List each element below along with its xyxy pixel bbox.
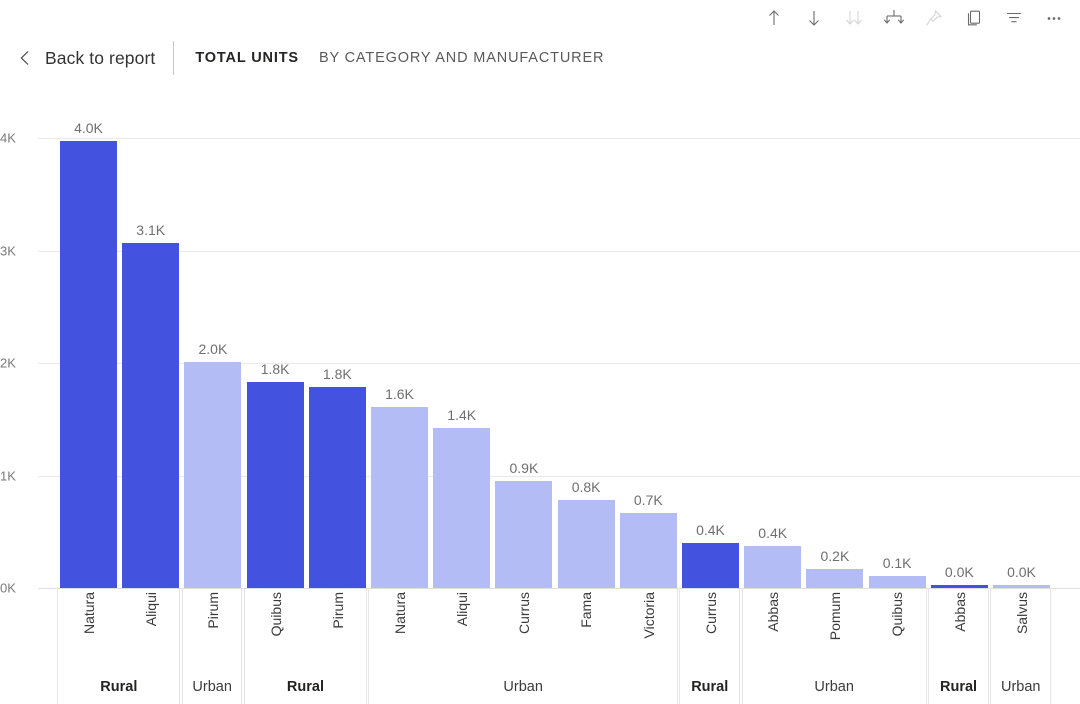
bar-rect[interactable] [868,575,926,588]
x-axis-group[interactable]: Pirum Urban [181,588,243,704]
x-axis-group[interactable]: Natura Aliqui Currus Fama Victoria Urban [368,588,678,704]
x-axis-group-label[interactable]: Rural [245,679,366,695]
x-axis-group[interactable]: Quibus Pirum Rural [244,588,367,704]
bar[interactable]: 0.4K [744,525,802,588]
bar[interactable]: 3.1K [122,222,180,588]
x-axis-group[interactable]: Natura Aliqui Rural [57,588,181,704]
back-to-report-label: Back to report [45,47,156,68]
bar-chart: 0K 1K 2K 3K 4K 4.0K 3.1K 2.0K 1.8K 1.8K 1.6K 1.4K 0.… [0,92,1080,704]
bar-rect[interactable] [308,386,366,588]
sort-ascending-icon[interactable] [754,1,794,35]
bar-rect[interactable] [495,481,553,588]
gridline [38,138,1080,139]
x-axis-category-label[interactable]: Pomum [827,592,845,640]
x-axis-category-label[interactable]: Pirum [330,592,348,629]
bar-rect[interactable] [371,406,428,588]
bar-rect[interactable] [806,568,864,588]
bar-rect[interactable] [433,428,491,588]
bar[interactable]: 1.8K [308,366,366,588]
bar-value-label: 0.4K [758,525,788,542]
x-axis-category-label[interactable]: Abbas [952,592,970,632]
y-axis-tick-label: 4K [0,130,16,146]
visual-header: Back to report TOTAL UNITS BY CATEGORY A… [18,40,1080,76]
bar[interactable]: 0.2K [806,548,864,588]
bar[interactable]: 1.6K [371,386,428,588]
bar-value-label: 0.7K [633,491,663,508]
x-axis-group-label[interactable]: Urban [183,679,242,695]
sort-descending-icon[interactable] [794,1,834,35]
bar[interactable]: 0.1K [868,555,926,588]
bar[interactable]: 0.9K [495,460,553,588]
x-axis-group-label[interactable]: Rural [929,679,988,695]
bar-value-label: 0.0K [1007,564,1036,580]
more-options-icon[interactable] [1034,1,1074,35]
x-axis-category-label[interactable]: Pirum [205,592,223,629]
bar-value-label: 4.0K [74,120,103,137]
filter-icon[interactable] [994,1,1034,35]
y-axis-tick-label: 3K [0,243,16,258]
x-axis-category-label[interactable]: Fama [578,592,596,628]
x-axis-group-label[interactable]: Urban [991,679,1050,695]
header-divider [173,41,175,75]
x-axis-category-label[interactable]: Quibus [268,592,286,636]
x-axis-category-label[interactable]: Aliqui [454,592,472,626]
bar-rect[interactable] [557,500,615,588]
expand-all-icon[interactable] [874,1,914,35]
y-axis-tick-label: 2K [0,355,16,371]
x-axis: Natura Aliqui Rural Pirum Urban Quibus Pirum Ru… [0,588,1080,704]
back-to-report-button[interactable]: Back to report [18,48,173,69]
bar[interactable]: 0.7K [619,492,677,588]
bar-rect[interactable] [122,242,180,588]
bar[interactable]: 2.0K [184,341,242,588]
drill-down-icon[interactable] [834,1,874,35]
bar-rect[interactable] [60,141,117,588]
x-axis-category-label[interactable]: Aliqui [143,592,161,626]
bar[interactable]: 1.4K [433,407,491,588]
x-axis-category-label[interactable]: Salvus [1014,592,1032,634]
bar-rect[interactable] [619,512,677,588]
y-axis-tick-label: 1K [0,468,16,483]
page-subtitle: BY CATEGORY AND MANUFACTURER [318,50,605,66]
bar-rect[interactable] [682,543,739,588]
bar[interactable]: 0.8K [557,479,615,588]
bar[interactable]: 4.0K [60,120,117,588]
x-axis-group-label[interactable]: Urban [743,679,926,695]
bar-rect[interactable] [744,546,802,588]
x-axis-group[interactable]: Salvus Urban [990,588,1052,704]
page-title: TOTAL UNITS [195,50,299,66]
x-axis-group-label[interactable]: Rural [680,679,739,695]
bar-rect[interactable] [184,361,242,588]
x-axis-group[interactable]: Abbas Pomum Quibus Urban [741,588,927,704]
gridline [38,250,1080,252]
x-axis-group-label[interactable]: Rural [58,679,179,695]
x-axis-group-label[interactable]: Urban [369,679,677,695]
copy-icon[interactable] [954,1,994,35]
x-axis-category-label[interactable]: Quibus [889,592,907,636]
x-axis-group[interactable]: Abbas Rural [928,588,989,704]
bar-value-label: 1.4K [447,407,477,424]
x-axis-category-label[interactable]: Abbas [765,592,783,632]
bar[interactable]: 1.8K [246,361,304,588]
x-axis-category-label[interactable]: Natura [81,592,99,634]
bar-value-label: 0.9K [509,460,539,477]
bar-value-label: 3.1K [136,221,166,238]
chevron-left-icon [18,49,32,67]
x-axis-group[interactable]: Currus Rural [679,588,741,704]
x-axis-category-label[interactable]: Natura [392,592,410,634]
pin-icon[interactable] [914,1,954,35]
visual-toolbar [754,0,1074,36]
x-axis-category-label[interactable]: Currus [516,592,534,634]
bar[interactable]: 0.4K [682,522,739,588]
bar-rect[interactable] [246,382,304,588]
bar-value-label: 1.6K [385,385,414,402]
x-axis-category-label[interactable]: Currus [703,592,721,634]
bar-value-label: 2.0K [198,340,228,357]
x-axis-category-label[interactable]: Victoria [641,592,659,638]
bar-value-label: 1.8K [322,365,352,382]
